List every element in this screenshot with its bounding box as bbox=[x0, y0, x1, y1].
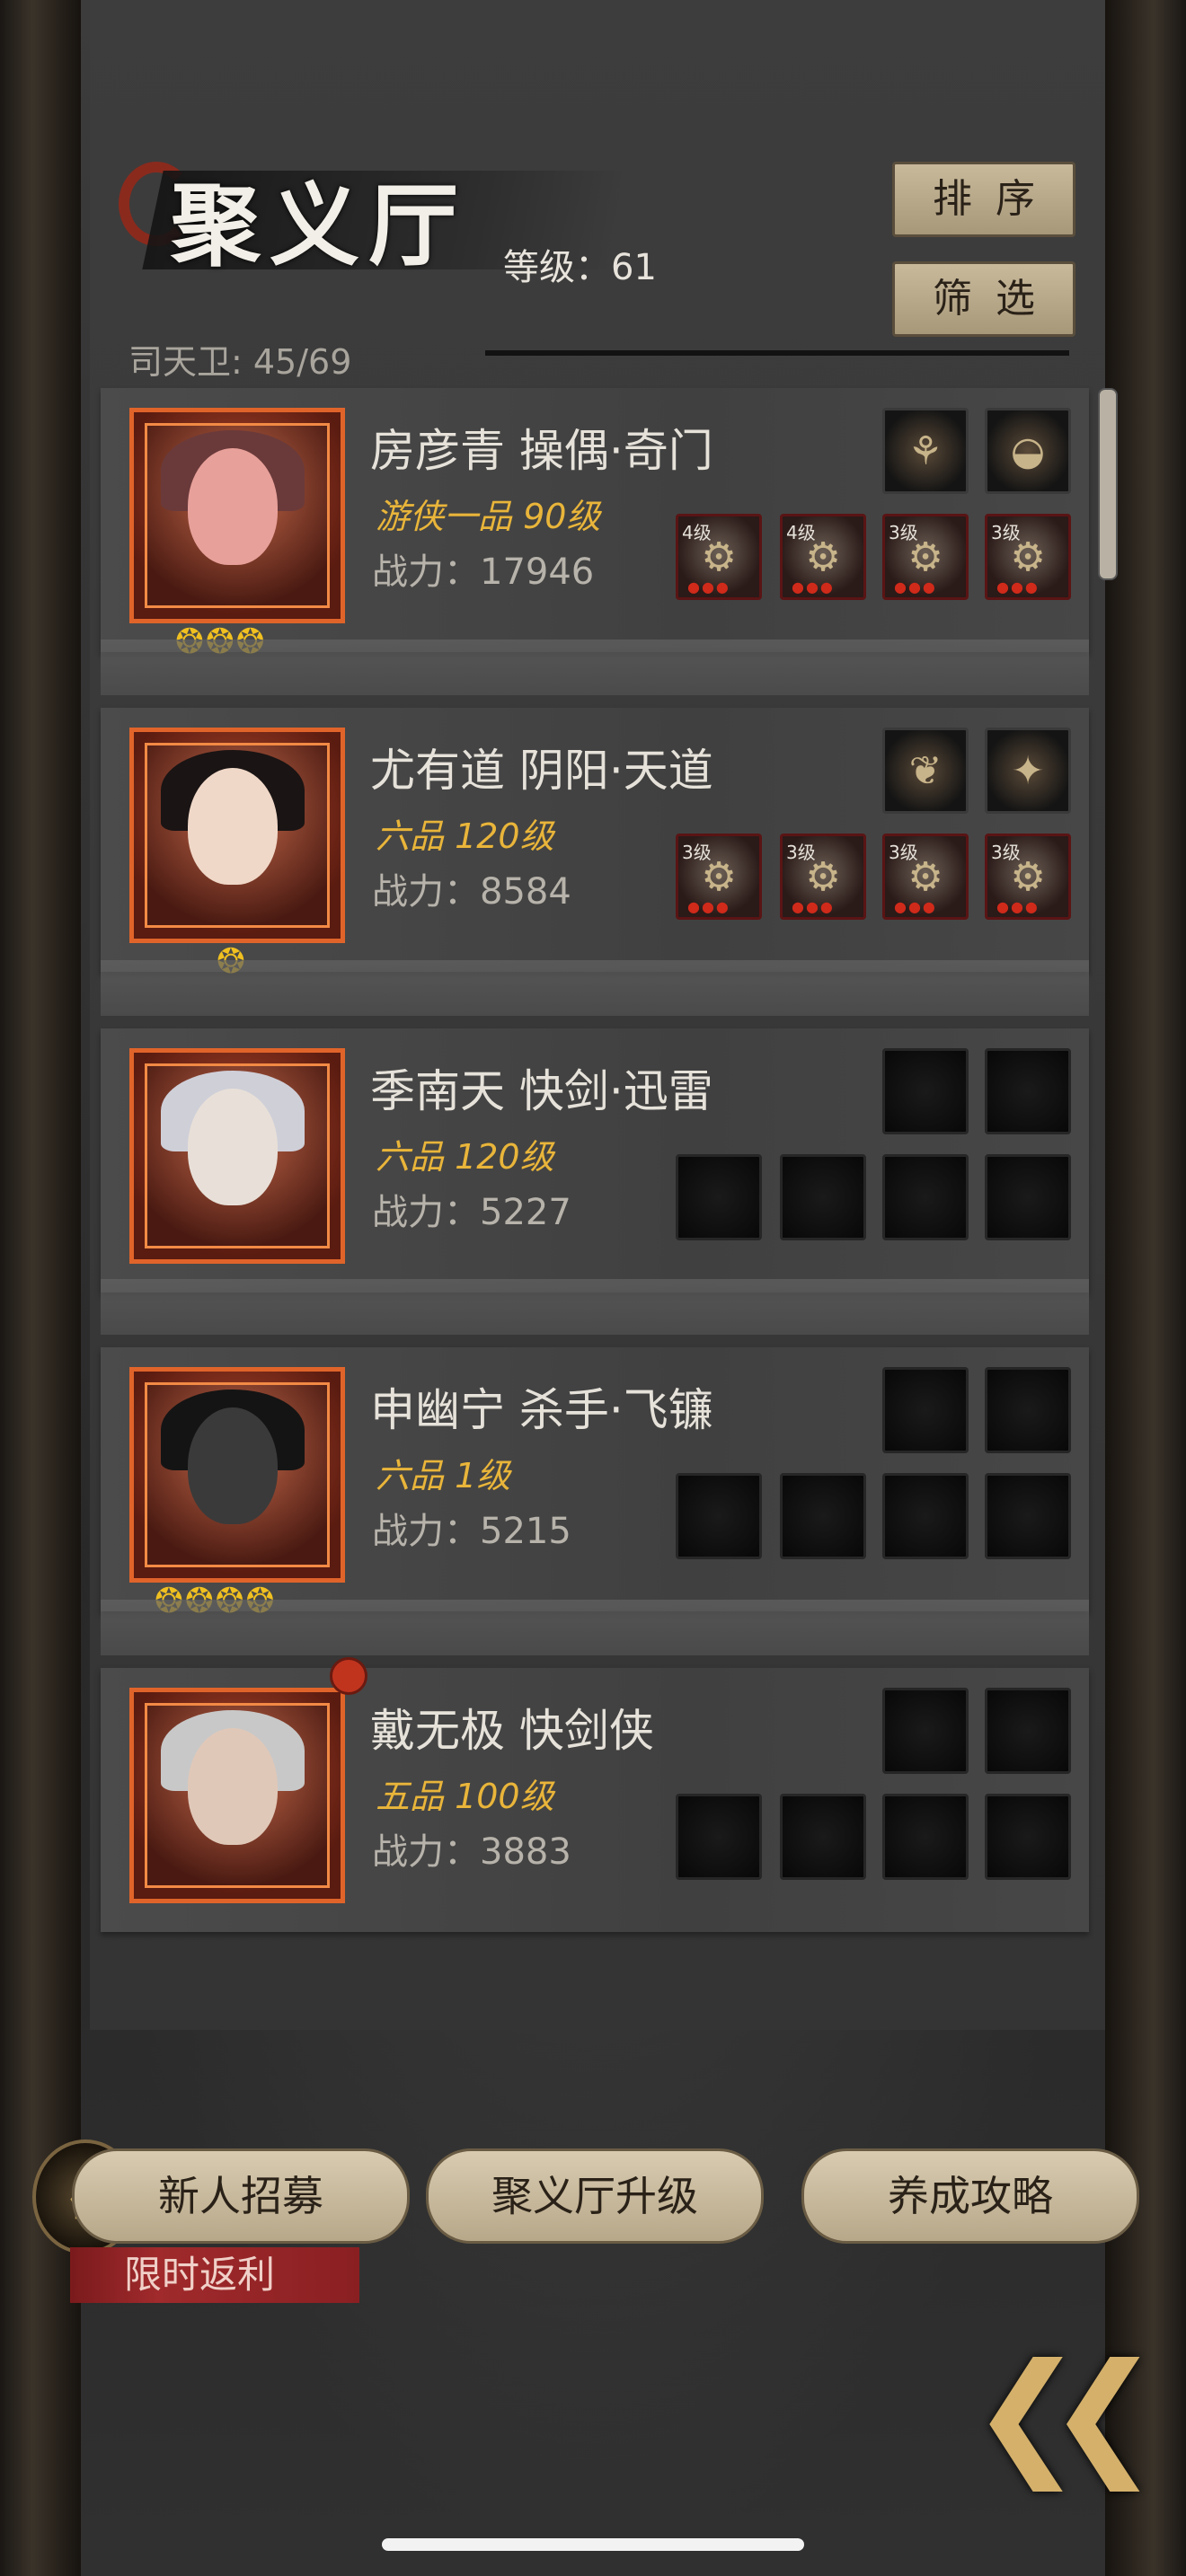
gear-gem-dots: ●●● bbox=[996, 578, 1040, 595]
gear-gem-dots: ●●● bbox=[894, 578, 937, 595]
gear-slot[interactable]: 3级 ⚙ ●●● bbox=[882, 514, 969, 600]
empty-gear-slot[interactable] bbox=[780, 1794, 866, 1880]
hero-portrait[interactable] bbox=[129, 728, 345, 943]
empty-gear-slot[interactable] bbox=[985, 1794, 1071, 1880]
drum-icon: ◒ bbox=[1010, 428, 1046, 474]
recruit-button[interactable]: 新人招募 bbox=[72, 2148, 410, 2244]
hero-rank: 游侠一品 90级 bbox=[376, 497, 601, 536]
hero-row[interactable]: ❂❂❂房彦青 操偶·奇门游侠一品 90级战力：17946⚘◒4级⚙●●●4级⚙●… bbox=[101, 388, 1089, 661]
empty-gear-slot[interactable] bbox=[676, 1154, 762, 1240]
empty-weapon-slot[interactable] bbox=[985, 1048, 1071, 1134]
hero-power: 战力：3883 bbox=[372, 1831, 571, 1873]
hall-upgrade-button[interactable]: 聚义厅升级 bbox=[426, 2148, 764, 2244]
hero-power: 战力：5227 bbox=[372, 1192, 571, 1233]
empty-gear-slot[interactable] bbox=[882, 1794, 969, 1880]
gear-icon: ⚙ bbox=[701, 534, 737, 580]
portrait-face bbox=[188, 1089, 278, 1205]
notification-dot bbox=[330, 1657, 367, 1695]
hero-row[interactable]: 戴无极 快剑侠五品 100级战力：3883 bbox=[101, 1657, 1089, 1932]
empty-gear-slot[interactable] bbox=[882, 1154, 969, 1240]
gear-icon: ⚙ bbox=[805, 534, 841, 580]
sort-button[interactable]: 排序 bbox=[892, 162, 1075, 237]
gear-icon: ⚙ bbox=[805, 854, 841, 900]
hero-row[interactable]: ❂尤有道 阴阳·天道六品 120级战力：8584❦✦3级⚙●●●3级⚙●●●3级… bbox=[101, 708, 1089, 981]
empty-weapon-slot[interactable] bbox=[985, 1367, 1071, 1453]
gear-gem-dots: ●●● bbox=[687, 898, 730, 915]
page-title: 聚义厅 bbox=[171, 172, 467, 278]
scrollbar[interactable] bbox=[1098, 388, 1118, 580]
empty-gear-slot[interactable] bbox=[780, 1154, 866, 1240]
hero-power: 战力：5215 bbox=[372, 1511, 571, 1552]
gear-slot[interactable]: 3级 ⚙ ●●● bbox=[676, 834, 762, 920]
weapon-slot-staff[interactable]: ✦ bbox=[985, 728, 1071, 814]
hero-row[interactable]: ❂❂❂❂申幽宁 杀手·飞镰六品 1级战力：5215 bbox=[101, 1347, 1089, 1620]
gear-icon: ⚙ bbox=[907, 534, 943, 580]
hero-name: 申幽宁 杀手·飞镰 bbox=[370, 1384, 713, 1436]
weapon-slot-drum[interactable]: ◒ bbox=[985, 408, 1071, 494]
hero-row[interactable]: 季南天 快剑·迅雷六品 120级战力：5227 bbox=[101, 1028, 1089, 1292]
portrait-face bbox=[188, 1407, 278, 1524]
gear-icon: ⚙ bbox=[701, 854, 737, 900]
gear-slot[interactable]: 3级 ⚙ ●●● bbox=[780, 834, 866, 920]
hero-portrait[interactable] bbox=[129, 1688, 345, 1903]
gear-gem-dots: ●●● bbox=[894, 898, 937, 915]
gear-slot[interactable]: 4级 ⚙ ●●● bbox=[780, 514, 866, 600]
weapon-slot-feather[interactable]: ❦ bbox=[882, 728, 969, 814]
empty-gear-slot[interactable] bbox=[985, 1473, 1071, 1559]
row-separator bbox=[101, 1600, 1089, 1655]
guide-button[interactable]: 养成攻略 bbox=[801, 2148, 1139, 2244]
weapon-slot-fan[interactable]: ⚘ bbox=[882, 408, 969, 494]
empty-weapon-slot[interactable] bbox=[882, 1367, 969, 1453]
hero-power: 战力：17946 bbox=[372, 551, 595, 593]
empty-weapon-slot[interactable] bbox=[882, 1048, 969, 1134]
feather-icon: ❦ bbox=[908, 748, 943, 794]
gear-icon: ⚙ bbox=[1010, 534, 1046, 580]
double-chevron-left-icon[interactable]: ❮❮ bbox=[970, 2335, 1160, 2492]
hero-name: 尤有道 阴阳·天道 bbox=[370, 745, 713, 797]
gear-icon: ⚙ bbox=[907, 854, 943, 900]
empty-gear-slot[interactable] bbox=[780, 1473, 866, 1559]
gear-slot[interactable]: 3级 ⚙ ●●● bbox=[882, 834, 969, 920]
guard-count: 司天卫: 45/69 bbox=[128, 342, 352, 382]
fan-icon: ⚘ bbox=[907, 428, 943, 474]
hero-portrait[interactable] bbox=[129, 1367, 345, 1583]
empty-gear-slot[interactable] bbox=[676, 1794, 762, 1880]
limited-rebate-badge[interactable]: 限时返利 bbox=[70, 2247, 359, 2303]
gear-gem-dots: ●●● bbox=[996, 898, 1040, 915]
row-separator bbox=[101, 960, 1089, 1016]
gear-gem-dots: ●●● bbox=[792, 898, 835, 915]
hero-name: 戴无极 快剑侠 bbox=[370, 1705, 654, 1757]
empty-gear-slot[interactable] bbox=[882, 1473, 969, 1559]
empty-weapon-slot[interactable] bbox=[985, 1688, 1071, 1774]
gear-slot[interactable]: 3级 ⚙ ●●● bbox=[985, 834, 1071, 920]
gear-slot[interactable]: 3级 ⚙ ●●● bbox=[985, 514, 1071, 600]
hero-rank: 六品 120级 bbox=[376, 816, 554, 856]
hero-rank: 五品 100级 bbox=[376, 1777, 554, 1816]
hero-rank: 六品 1级 bbox=[376, 1456, 511, 1495]
gear-slot[interactable]: 4级 ⚙ ●●● bbox=[676, 514, 762, 600]
hero-rank: 六品 120级 bbox=[376, 1137, 554, 1177]
home-indicator bbox=[382, 2538, 804, 2551]
filter-button[interactable]: 筛选 bbox=[892, 261, 1075, 337]
empty-gear-slot[interactable] bbox=[985, 1154, 1071, 1240]
portrait-face bbox=[188, 768, 278, 885]
hero-power: 战力：8584 bbox=[372, 871, 571, 913]
empty-gear-slot[interactable] bbox=[676, 1473, 762, 1559]
portrait-face bbox=[188, 448, 278, 565]
divider bbox=[485, 350, 1069, 356]
hero-name: 房彦青 操偶·奇门 bbox=[370, 425, 713, 477]
hero-portrait[interactable] bbox=[129, 408, 345, 623]
staff-icon: ✦ bbox=[1011, 748, 1045, 794]
portrait-face bbox=[188, 1728, 278, 1845]
gear-gem-dots: ●●● bbox=[687, 578, 730, 595]
row-separator bbox=[101, 640, 1089, 695]
hero-name: 季南天 快剑·迅雷 bbox=[370, 1065, 713, 1117]
hero-portrait[interactable] bbox=[129, 1048, 345, 1264]
gear-icon: ⚙ bbox=[1010, 854, 1046, 900]
empty-weapon-slot[interactable] bbox=[882, 1688, 969, 1774]
row-separator bbox=[101, 1279, 1089, 1335]
hall-level: 等级：61 bbox=[503, 247, 657, 288]
gear-gem-dots: ●●● bbox=[792, 578, 835, 595]
